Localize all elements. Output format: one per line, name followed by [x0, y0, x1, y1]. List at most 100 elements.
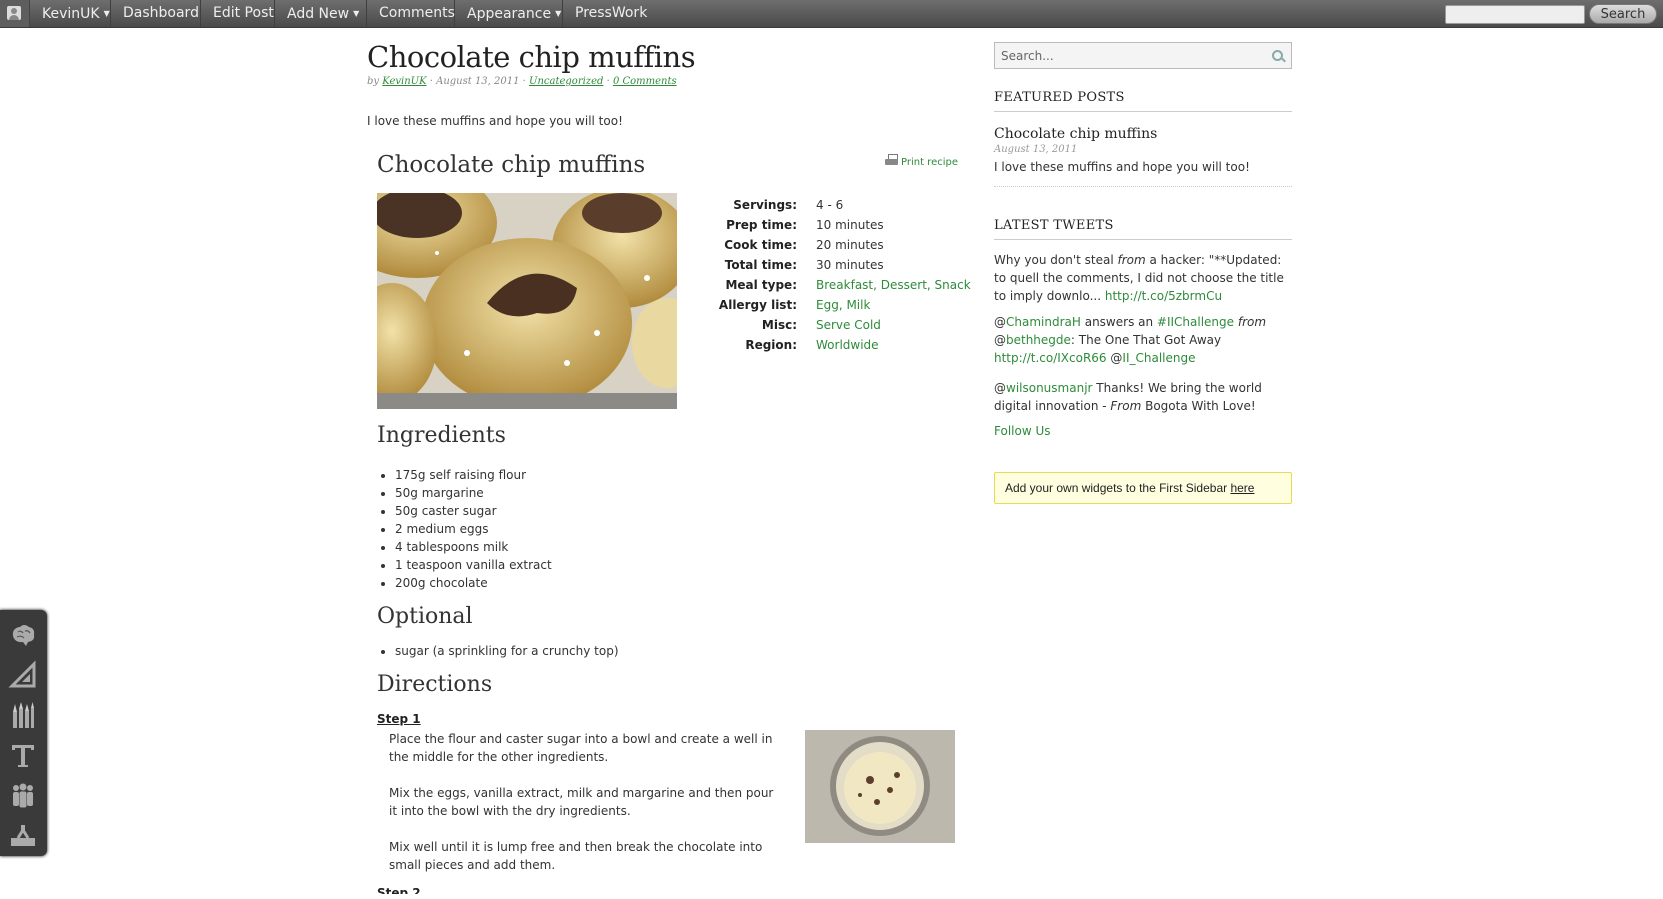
notice-here-link[interactable]: here [1230, 481, 1254, 495]
list-item: 175g self raising flour [395, 466, 552, 484]
search-placeholder: Search... [1001, 49, 1054, 63]
ingredients-heading: Ingredients [377, 423, 506, 448]
text-icon[interactable] [6, 738, 40, 772]
caret-down-icon: ▼ [353, 9, 360, 18]
fact-value-link[interactable]: Breakfast, Dessert, Snack [816, 275, 971, 295]
list-item: sugar (a sprinkling for a crunchy top) [395, 642, 619, 660]
adminbar-edit-post[interactable]: Edit Post [201, 0, 275, 27]
adminbar-appearance-menu[interactable]: Appearance ▼ [455, 0, 563, 27]
adminbar-appearance-label: Appearance [467, 6, 552, 22]
list-item: 1 teaspoon vanilla extract [395, 556, 552, 574]
fact-value-link[interactable]: Serve Cold [816, 315, 881, 335]
tweet-link[interactable]: http://t.co/IXcoR66 [994, 351, 1107, 365]
fact-label: Meal type: [725, 278, 797, 292]
fact-value: 30 minutes [816, 258, 884, 272]
tweet-user-link[interactable]: wilsonusmanjr [1006, 381, 1092, 395]
tweet-text: Why you don't steal [994, 253, 1118, 267]
fact-label: Allergy list: [718, 298, 797, 312]
meta-date: August 13, 2011 [436, 76, 520, 87]
latest-tweets-heading: LATEST TWEETS [994, 218, 1292, 240]
people-icon[interactable] [6, 778, 40, 812]
adminbar-user-label: KevinUK [42, 6, 100, 22]
caret-down-icon: ▼ [103, 9, 110, 18]
print-recipe-label: Print recipe [901, 157, 959, 168]
step-1-paragraph: Mix well until it is lump free and then … [389, 840, 763, 872]
follow-us-link[interactable]: Follow Us [994, 424, 1051, 438]
meta-comments-link[interactable]: 0 Comments [613, 76, 677, 87]
post-meta: by KevinUK · August 13, 2011 · Uncategor… [367, 76, 677, 87]
tweet-text: from [1237, 315, 1267, 329]
search-icon[interactable] [1272, 50, 1283, 61]
fact-value: 4 - 6 [816, 198, 844, 212]
tweet-text: from [1117, 253, 1146, 267]
step-1-paragraph: Place the flour and caster sugar into a … [389, 732, 773, 764]
featured-post-date: August 13, 2011 [994, 144, 1078, 155]
tweet-user-link[interactable]: ChamindraH [1006, 315, 1081, 329]
list-item: 4 tablespoons milk [395, 538, 552, 556]
fact-label: Total time: [724, 258, 797, 272]
adminbar-dashboard[interactable]: Dashboard [111, 0, 201, 27]
meta-author-link[interactable]: KevinUK [382, 76, 426, 87]
step-1-photo [805, 730, 955, 843]
print-recipe-link[interactable]: Print recipe [885, 154, 958, 168]
tweet-item: @ChamindraH answers an #IIChallenge from… [994, 313, 1292, 367]
tweet-user-link[interactable]: II_Challenge [1122, 351, 1195, 365]
tweet-item: @wilsonusmanjr Thanks! We bring the worl… [994, 379, 1292, 415]
muffin-photo [377, 193, 677, 409]
tweet-text: @ [994, 381, 1006, 395]
list-item: 50g caster sugar [395, 502, 552, 520]
tweet-text: From [1110, 399, 1142, 413]
adminbar-search-button[interactable]: Search [1589, 4, 1657, 24]
fact-label: Cook time: [724, 238, 797, 252]
brain-icon[interactable] [6, 618, 40, 652]
adminbar-search-input[interactable] [1445, 5, 1585, 24]
fact-value-link[interactable]: Egg, Milk [816, 295, 870, 315]
list-item: 50g margarine [395, 484, 552, 502]
ingredients-list: 175g self raising flour 50g margarine 50… [377, 466, 552, 592]
tweet-link[interactable]: http://t.co/5zbrmCu [1105, 289, 1222, 303]
adminbar-comments[interactable]: Comments [367, 0, 455, 27]
muffin-photo-art [377, 193, 677, 409]
fact-value: 20 minutes [816, 238, 884, 252]
admin-avatar[interactable] [0, 0, 30, 27]
presswork-toolbar [0, 610, 47, 856]
list-item: 200g chocolate [395, 574, 552, 592]
printer-icon [885, 154, 899, 167]
adminbar-presswork[interactable]: PressWork [563, 0, 659, 27]
adminbar-add-new-label: Add New [287, 6, 350, 22]
divider [994, 186, 1292, 187]
layout-tray-icon[interactable] [6, 818, 40, 852]
tweet-text: @ [994, 315, 1006, 329]
step-2-label: Step 2 [377, 886, 421, 894]
fact-label: Region: [745, 338, 797, 352]
adminbar-user-menu[interactable]: KevinUK ▼ [30, 0, 111, 27]
meta-category-link[interactable]: Uncategorized [529, 76, 603, 87]
recipe-title: Chocolate chip muffins [377, 152, 646, 178]
post-title: Chocolate chip muffins [367, 40, 696, 74]
tweet-text: @ [1106, 351, 1123, 365]
tweet-text: Bogota With Love! [1141, 399, 1256, 413]
fact-value-link[interactable]: Worldwide [816, 335, 879, 355]
brushes-icon[interactable] [6, 698, 40, 732]
user-icon [7, 6, 21, 20]
triangle-ruler-icon[interactable] [6, 658, 40, 692]
sidebar-search-input[interactable]: Search... [994, 42, 1292, 69]
tweet-text: @ [994, 333, 1006, 347]
tweet-text: : The One That Got Away [1070, 333, 1222, 347]
admin-bar: KevinUK ▼ Dashboard Edit Post Add New ▼ Co… [0, 0, 1663, 28]
step-1-paragraph: Mix the eggs, vanilla extract, milk and … [389, 786, 774, 818]
optional-list: sugar (a sprinkling for a crunchy top) [377, 642, 619, 660]
adminbar-add-new-menu[interactable]: Add New ▼ [275, 0, 367, 27]
tweet-hashtag-link[interactable]: #IIChallenge [1157, 315, 1234, 329]
fact-label: Misc: [761, 318, 797, 332]
featured-post-excerpt: I love these muffins and hope you will t… [994, 160, 1250, 174]
widget-notice: Add your own widgets to the First Sideba… [994, 472, 1292, 504]
list-item: 2 medium eggs [395, 520, 552, 538]
fact-value: 10 minutes [816, 218, 884, 232]
featured-post-title[interactable]: Chocolate chip muffins [994, 126, 1157, 142]
bowl-photo-art [805, 730, 955, 843]
step-1-label: Step 1 [377, 712, 421, 726]
tweet-user-link[interactable]: bethhegde [1006, 333, 1071, 347]
tweet-item: Why you don't steal from a hacker: "**Up… [994, 251, 1292, 305]
directions-heading: Directions [377, 672, 493, 697]
